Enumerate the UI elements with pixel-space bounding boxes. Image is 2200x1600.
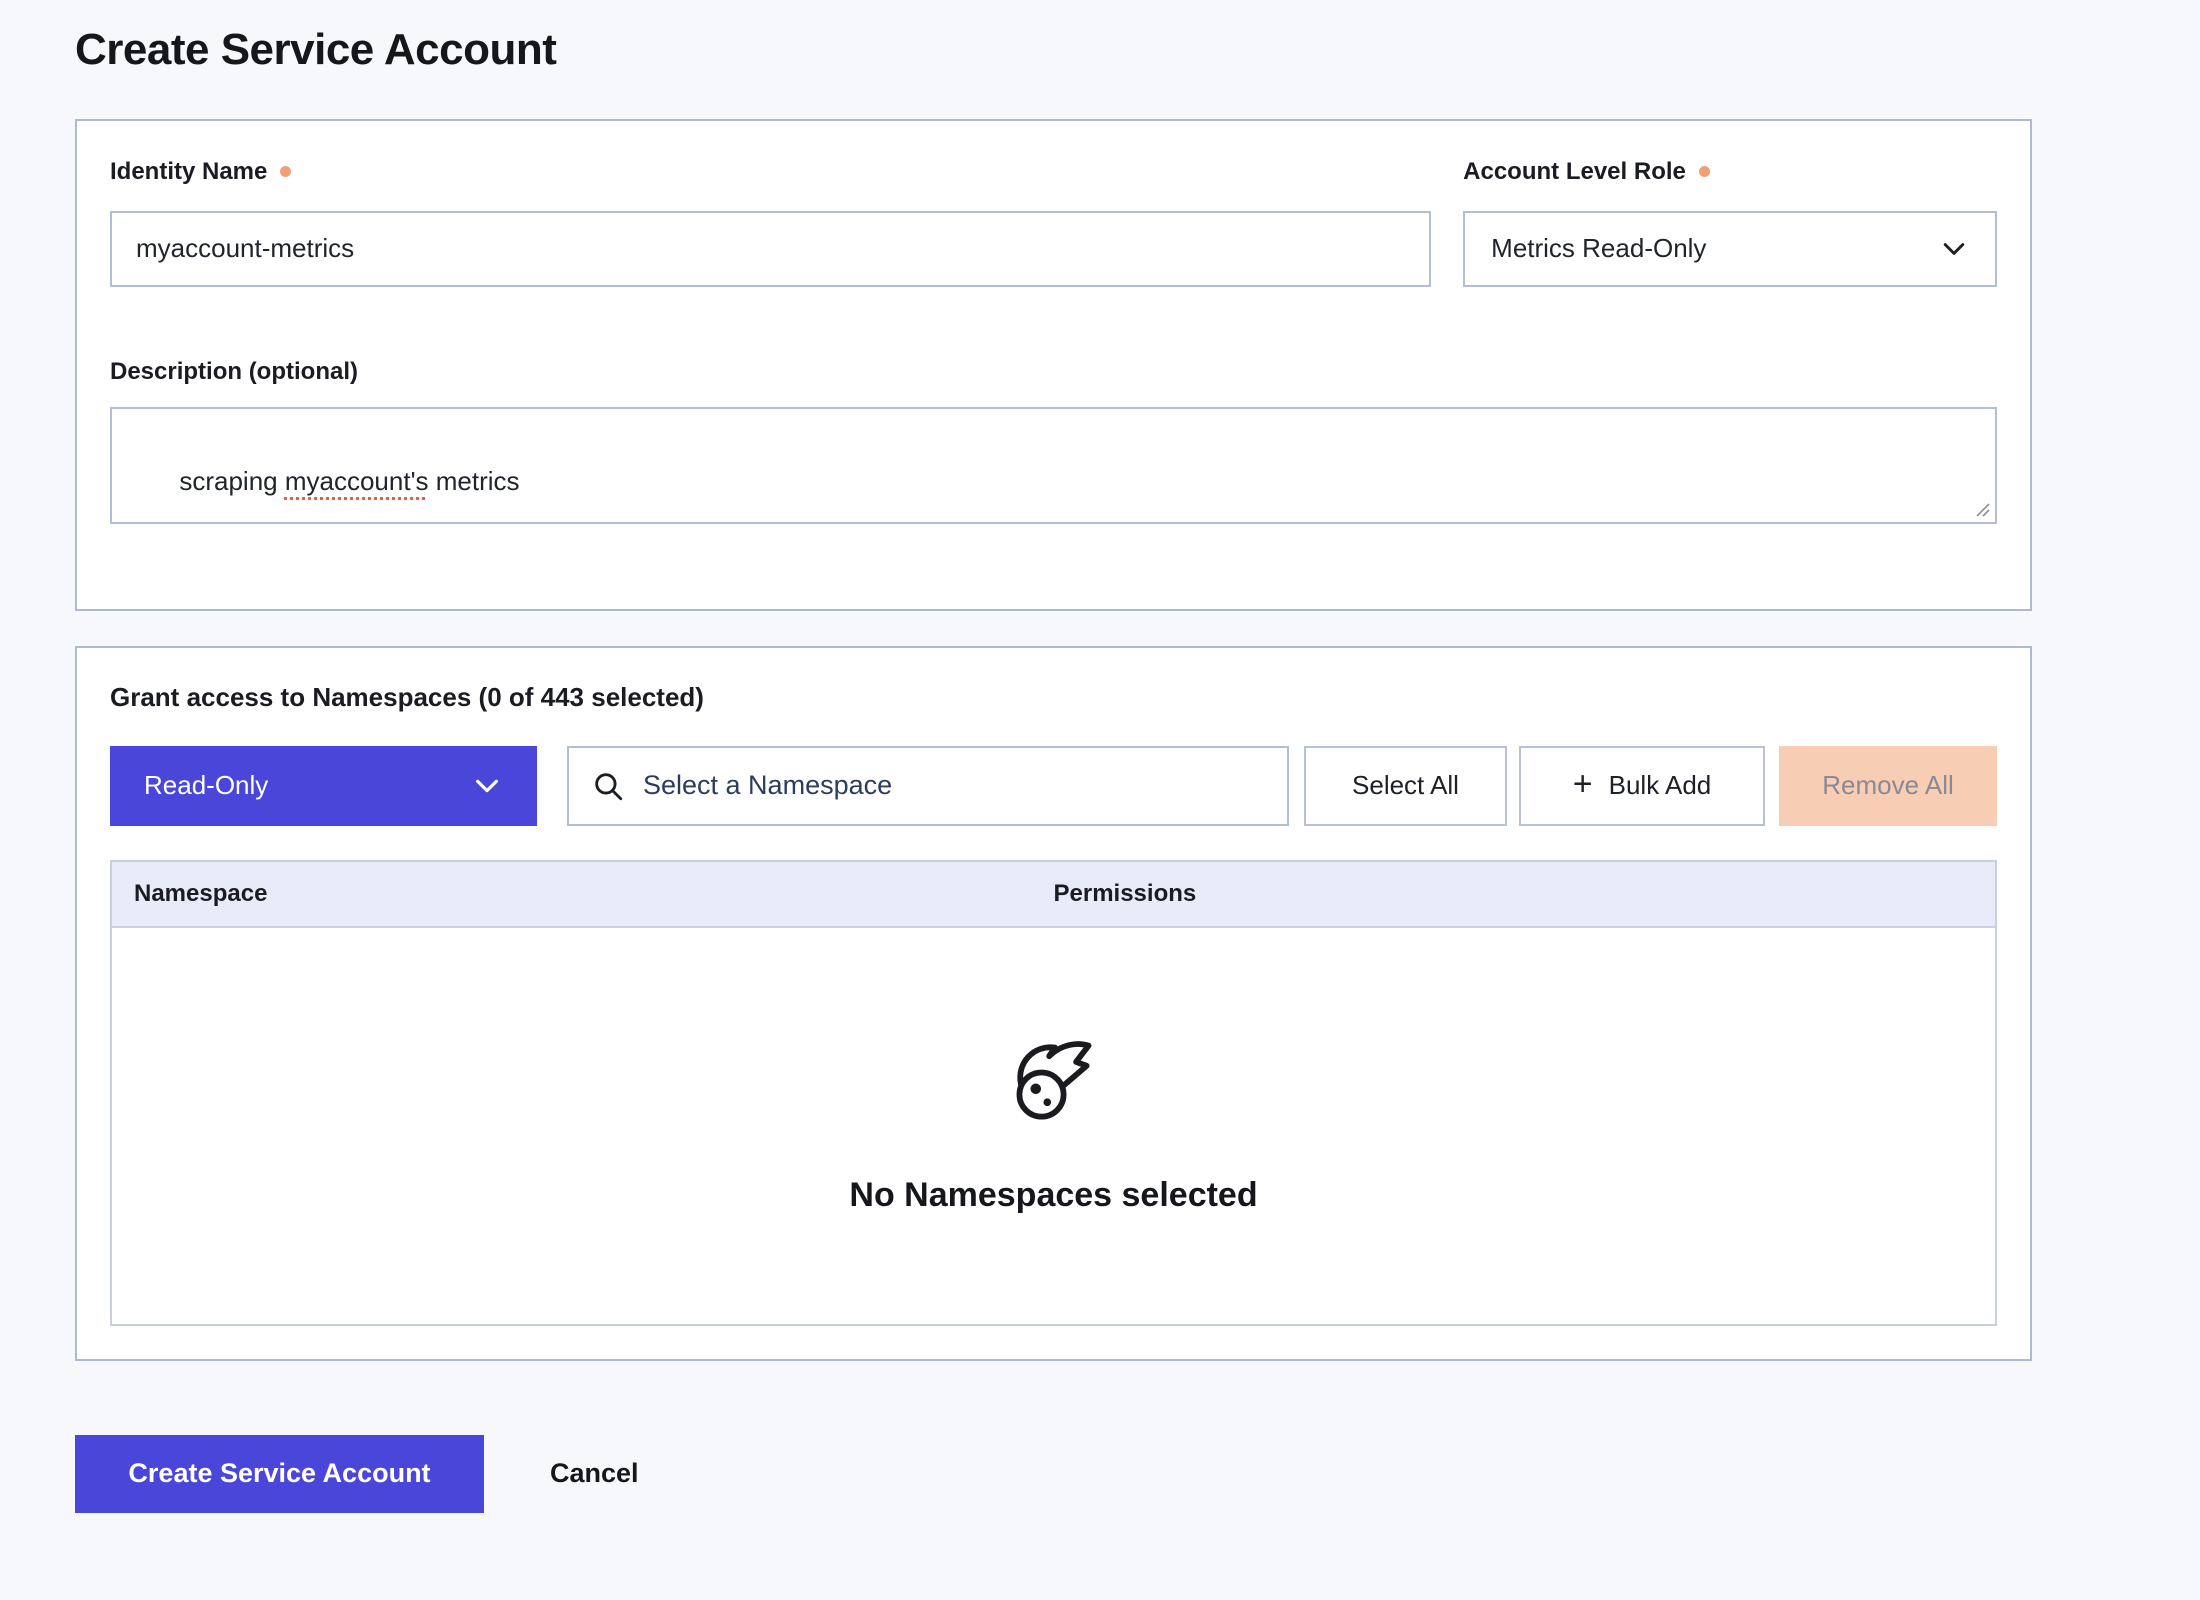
bulk-add-label: Bulk Add — [1609, 770, 1712, 801]
identity-name-label-text: Identity Name — [110, 157, 267, 187]
footer-actions: Create Service Account Cancel — [75, 1435, 2200, 1513]
namespaces-panel: Grant access to Namespaces (0 of 443 sel… — [75, 646, 2032, 1361]
namespaces-toolbar: Read-Only Select All + Bulk Add — [110, 746, 1997, 826]
identity-name-field-group: Identity Name — [110, 157, 1431, 287]
account-level-role-field-group: Account Level Role Metrics Read-Only — [1463, 157, 1997, 287]
description-label: Description (optional) — [110, 357, 1997, 387]
namespaces-table-header: Namespace Permissions — [112, 862, 1995, 928]
namespaces-table-body: No Namespaces selected — [112, 928, 1995, 1324]
namespaces-table: Namespace Permissions No Namespaces sele… — [110, 860, 1997, 1326]
select-all-button[interactable]: Select All — [1304, 746, 1507, 826]
account-level-role-label-text: Account Level Role — [1463, 157, 1686, 187]
description-misspelled-word: myaccount's — [285, 466, 429, 496]
permission-dropdown[interactable]: Read-Only — [110, 746, 537, 826]
identity-panel: Identity Name Account Level Role Metrics… — [75, 119, 2032, 611]
permission-dropdown-value: Read-Only — [144, 770, 268, 801]
account-level-role-value: Metrics Read-Only — [1491, 233, 1706, 264]
chevron-down-icon — [471, 770, 503, 802]
search-icon — [591, 769, 625, 803]
bulk-add-button[interactable]: + Bulk Add — [1519, 746, 1765, 826]
plus-icon: + — [1573, 767, 1593, 801]
chevron-down-icon — [1939, 234, 1969, 264]
namespaces-heading: Grant access to Namespaces (0 of 443 sel… — [110, 680, 1997, 714]
description-textarea[interactable]: scraping myaccount's metrics — [110, 407, 1997, 524]
account-level-role-label: Account Level Role — [1463, 157, 1997, 187]
empty-state-text: No Namespaces selected — [849, 1176, 1257, 1215]
required-dot-icon — [1699, 166, 1710, 177]
cancel-button[interactable]: Cancel — [550, 1458, 639, 1489]
create-service-account-button[interactable]: Create Service Account — [75, 1435, 484, 1513]
select-all-label: Select All — [1352, 770, 1459, 801]
identity-name-label: Identity Name — [110, 157, 1431, 187]
namespace-search-input[interactable] — [643, 770, 1265, 801]
cancel-label: Cancel — [550, 1458, 639, 1488]
textarea-resize-handle-icon[interactable] — [1973, 500, 1991, 518]
description-text-suffix: metrics — [429, 466, 520, 496]
identity-name-input[interactable] — [110, 211, 1431, 287]
comet-icon — [1006, 1036, 1102, 1132]
page-title: Create Service Account — [75, 24, 2200, 77]
remove-all-label: Remove All — [1822, 770, 1954, 801]
remove-all-button[interactable]: Remove All — [1779, 746, 1997, 826]
required-dot-icon — [280, 166, 291, 177]
description-label-text: Description (optional) — [110, 357, 358, 387]
account-level-role-select[interactable]: Metrics Read-Only — [1463, 211, 1997, 287]
namespace-search-box[interactable] — [567, 746, 1289, 826]
column-header-namespace: Namespace — [134, 880, 1054, 908]
page-content: Create Service Account Identity Name Acc… — [0, 0, 2200, 1513]
create-service-account-label: Create Service Account — [128, 1458, 430, 1489]
column-header-permissions: Permissions — [1054, 880, 1974, 908]
description-text-prefix: scraping — [179, 466, 285, 496]
